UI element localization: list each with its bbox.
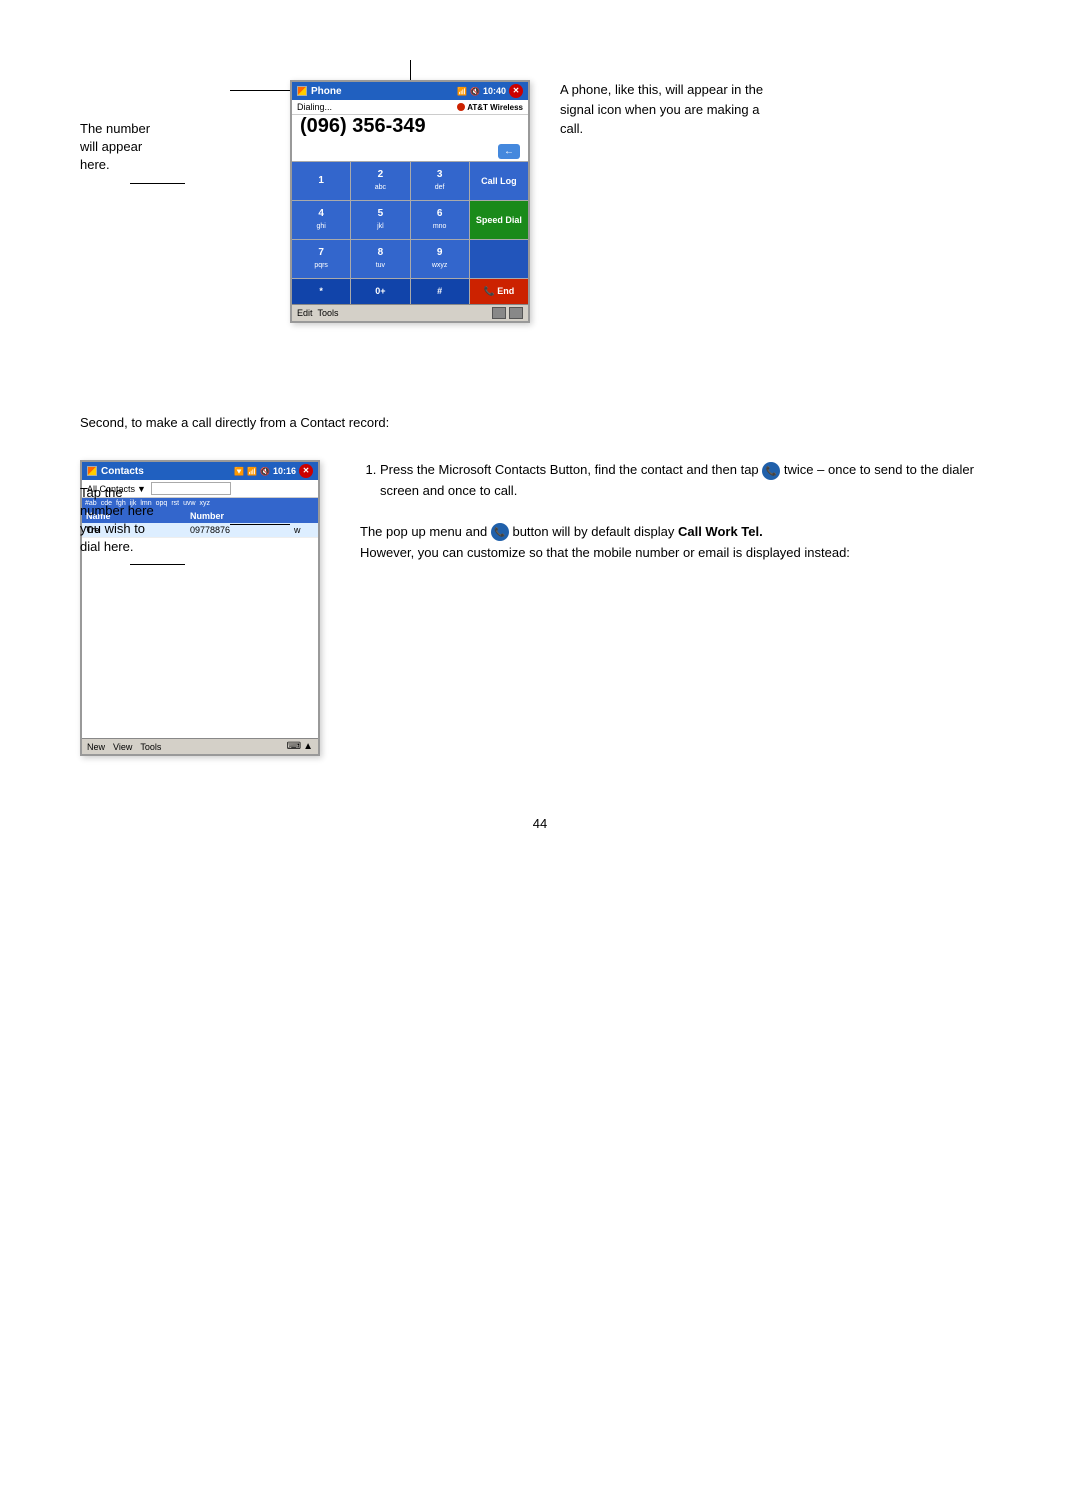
end-call-button[interactable]: 📞 End	[470, 279, 528, 304]
contacts-speaker-icon: 🔇	[260, 467, 270, 476]
phone-icon-inline-2: 📞	[491, 523, 509, 541]
contacts-title-text: Contacts	[101, 466, 144, 477]
contacts-empty-list	[82, 538, 318, 738]
phone-diagram: Phone 📶 🔇 10:40 ✕ Dialing... AT&T Wirele…	[290, 60, 530, 323]
phone-win-icon	[297, 86, 307, 96]
toolbar-icons	[492, 307, 523, 319]
phone-title-text: Phone	[311, 86, 342, 97]
contacts-time: 10:16	[273, 466, 296, 476]
toolbar-icon-1	[492, 307, 506, 319]
contacts-title-bar: Contacts 🔽 📶 🔇 10:16 ✕	[82, 462, 318, 480]
contacts-close-button[interactable]: ✕	[299, 464, 313, 478]
right-annotation-text: A phone, like this, will appear in the s…	[560, 82, 763, 136]
key-empty	[470, 240, 528, 278]
signal-icon: 📶	[457, 87, 467, 96]
key-5[interactable]: 5jkl	[351, 201, 409, 239]
contacts-toolbar-tools[interactable]: Tools	[140, 742, 161, 752]
expand-icon[interactable]: ▲	[303, 741, 313, 752]
page: The number will appear here. Tap the num…	[0, 0, 1080, 891]
middle-text: Second, to make a call directly from a C…	[80, 415, 1000, 430]
carrier-dot	[457, 103, 465, 111]
contacts-signal-icon: 📶	[247, 467, 257, 476]
toolbar-tools[interactable]: Tools	[318, 308, 339, 318]
popup-bold-text: Call Work Tel.	[678, 524, 763, 539]
key-8[interactable]: 8tuv	[351, 240, 409, 278]
contacts-toolbar-view[interactable]: View	[113, 742, 132, 752]
phone-icon-inline-1: 📞	[762, 462, 780, 480]
toolbar-icon-2	[509, 307, 523, 319]
instruction-1: Press the Microsoft Contacts Button, fin…	[380, 460, 1000, 502]
contacts-toolbar-items: New View Tools	[87, 742, 161, 752]
dialing-status: Dialing...	[297, 102, 332, 112]
top-section: The number will appear here. Tap the num…	[80, 60, 1000, 355]
key-star[interactable]: *	[292, 279, 350, 304]
call-log-button[interactable]: Call Log	[470, 162, 528, 200]
middle-text-content: Second, to make a call directly from a C…	[80, 415, 389, 430]
keyboard-icon[interactable]: ⌨	[287, 741, 301, 752]
contacts-bottom-bar: New View Tools ⌨ ▲	[82, 738, 318, 754]
close-button-phone[interactable]: ✕	[509, 84, 523, 98]
label-tap-number: Tap the number here you wish to dial her…	[80, 484, 280, 566]
page-number: 44	[80, 816, 1000, 831]
popup-info-text: The pop up menu and 📞 button will by def…	[360, 522, 1000, 564]
carrier-badge: AT&T Wireless	[457, 103, 523, 112]
key-9[interactable]: 9wxyz	[411, 240, 469, 278]
time-display: 10:40	[483, 86, 506, 96]
contacts-filter-icon: 🔽	[234, 467, 244, 476]
phone-status-bar: Dialing... AT&T Wireless	[292, 100, 528, 115]
key-0[interactable]: 0+	[351, 279, 409, 304]
contact-flag: w	[294, 525, 314, 535]
popup-text3: However, you can customize so that the m…	[360, 545, 850, 560]
label-number-appear: The number will appear here.	[80, 60, 280, 184]
phone-title-bar: Phone 📶 🔇 10:40 ✕	[292, 82, 528, 100]
phone-backspace-area: ←	[292, 142, 528, 161]
key-3[interactable]: 3def	[411, 162, 469, 200]
col-flag-header	[294, 511, 314, 521]
popup-info: The pop up menu and 📞 button will by def…	[360, 522, 1000, 564]
carrier-name: AT&T Wireless	[467, 103, 523, 112]
instruction-1-text-pre: Press the Microsoft Contacts Button, fin…	[380, 462, 762, 477]
speaker-icon: 🔇	[470, 87, 480, 96]
contacts-toolbar-new[interactable]: New	[87, 742, 105, 752]
key-1[interactable]: 1	[292, 162, 350, 200]
contacts-toolbar-right: ⌨ ▲	[287, 741, 313, 752]
backspace-button[interactable]: ←	[498, 144, 520, 159]
right-annotation: A phone, like this, will appear in the s…	[560, 60, 780, 139]
phone-toolbar: Edit Tools	[292, 304, 528, 321]
right-instructions: Press the Microsoft Contacts Button, fin…	[360, 460, 1000, 563]
key-6[interactable]: 6mno	[411, 201, 469, 239]
phone-screen: Phone 📶 🔇 10:40 ✕ Dialing... AT&T Wirele…	[290, 80, 530, 323]
key-2[interactable]: 2abc	[351, 162, 409, 200]
toolbar-edit[interactable]: Edit	[297, 308, 313, 318]
left-labels: The number will appear here. Tap the num…	[80, 60, 280, 355]
contacts-win-icon	[87, 466, 97, 476]
phone-keypad: 1 2abc 3def Call Log 4ghi 5jkl 6mno Spee…	[292, 161, 528, 304]
phone-icons: 📶 🔇 10:40 ✕	[457, 84, 523, 98]
phone-number-display: (096) 356-349	[292, 115, 528, 142]
speed-dial-button[interactable]: Speed Dial	[470, 201, 528, 239]
key-4[interactable]: 4ghi	[292, 201, 350, 239]
key-hash[interactable]: #	[411, 279, 469, 304]
page-number-text: 44	[533, 816, 547, 831]
key-7[interactable]: 7pqrs	[292, 240, 350, 278]
